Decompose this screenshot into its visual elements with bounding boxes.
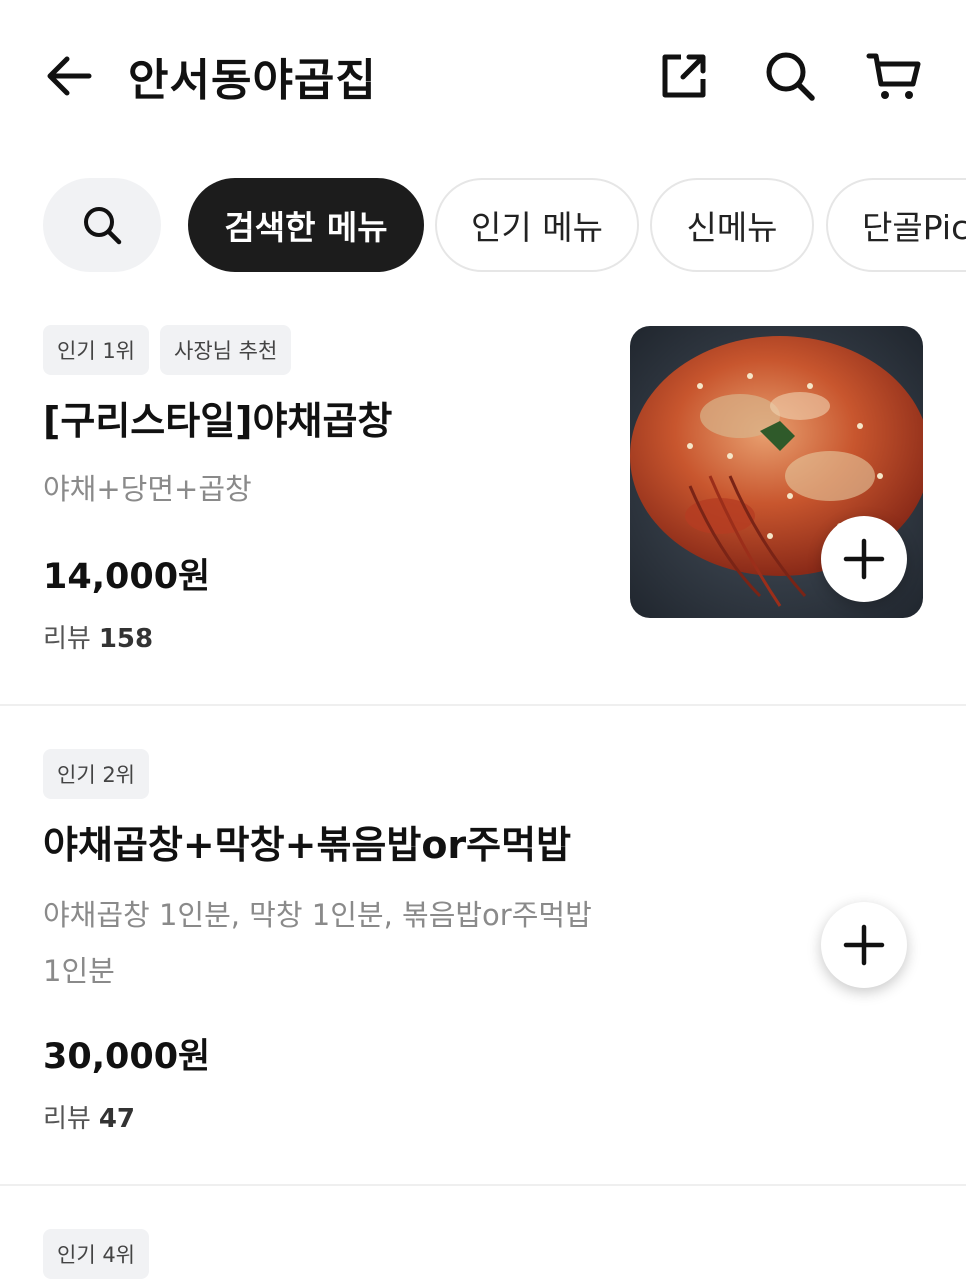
app-header: 안서동야곱집	[0, 0, 966, 150]
menu-item-name: [구리스타일]야채곱창	[43, 399, 393, 443]
plus-icon	[843, 538, 885, 580]
rank-badge: 인기 4위	[43, 1229, 149, 1279]
badge-group: 인기 4위	[43, 1229, 149, 1279]
add-to-cart-button[interactable]	[821, 516, 907, 602]
review-count: 리뷰 47	[43, 1098, 135, 1135]
cart-button[interactable]	[864, 46, 924, 106]
menu-item-price: 14,000원	[43, 557, 211, 597]
menu-item-description: 야채+당면+곱창	[43, 472, 252, 506]
review-number: 47	[98, 1104, 136, 1134]
menu-item[interactable]: 인기 4위	[0, 1186, 966, 1288]
store-title: 안서동야곱집	[128, 55, 377, 106]
menu-item-price: 30,000원	[43, 1037, 211, 1077]
owner-pick-badge: 사장님 추천	[160, 325, 292, 375]
review-number: 158	[98, 624, 154, 654]
chip-searched-menu[interactable]: 검색한 메뉴	[188, 178, 424, 272]
menu-item[interactable]: 인기 2위 야채곱창+막창+볶음밥or주먹밥 야채곱창 1인분, 막창 1인분,…	[0, 706, 966, 1184]
chip-regular-pick[interactable]: 단골Pick	[826, 178, 966, 272]
plus-icon	[843, 924, 885, 966]
badge-group: 인기 1위 사장님 추천	[43, 325, 292, 375]
chip-search-button[interactable]	[43, 178, 161, 272]
menu-item-description-line2: 1인분	[43, 954, 115, 988]
category-chips: 검색한 메뉴 인기 메뉴 신메뉴 단골Pick	[0, 176, 966, 274]
rank-badge: 인기 1위	[43, 325, 149, 375]
add-to-cart-button[interactable]	[821, 902, 907, 988]
menu-item-description: 야채곱창 1인분, 막창 1인분, 볶음밥or주먹밥	[43, 898, 592, 932]
review-label: 리뷰	[43, 1104, 91, 1134]
cart-icon	[866, 53, 921, 99]
review-count: 리뷰 158	[43, 618, 153, 655]
review-label: 리뷰	[43, 624, 91, 654]
badge-group: 인기 2위	[43, 749, 149, 799]
arrow-left-icon	[47, 56, 92, 96]
rank-badge: 인기 2위	[43, 749, 149, 799]
menu-item[interactable]: 인기 1위 사장님 추천 [구리스타일]야채곱창 야채+당면+곱창 14,000…	[0, 300, 966, 704]
share-icon	[662, 54, 706, 98]
chip-new-menu[interactable]: 신메뉴	[650, 178, 814, 272]
back-button[interactable]	[40, 48, 98, 104]
search-button[interactable]	[760, 46, 820, 106]
menu-item-name: 야채곱창+막창+볶음밥or주먹밥	[43, 823, 572, 867]
chip-popular-menu[interactable]: 인기 메뉴	[435, 178, 639, 272]
search-icon	[84, 207, 122, 245]
share-button[interactable]	[654, 46, 714, 106]
search-icon	[766, 52, 815, 101]
